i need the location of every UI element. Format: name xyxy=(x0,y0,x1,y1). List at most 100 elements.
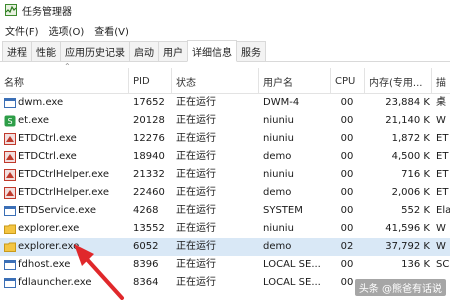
process-user: niuniu xyxy=(263,115,294,126)
etd-icon xyxy=(4,169,16,181)
folder-icon xyxy=(4,223,16,235)
process-name: ETDCtrl.exe xyxy=(18,151,77,162)
column-header-name[interactable]: 名称 xyxy=(0,68,129,94)
process-memory: 4,500 K xyxy=(391,151,430,162)
process-cpu: 00 xyxy=(340,223,354,234)
table-row[interactable]: ETDCtrl.exe 18940 正在运行 demo 00 4,500 K ET xyxy=(0,148,450,166)
process-status: 正在运行 xyxy=(176,169,216,180)
wps-sheet-icon: S xyxy=(4,115,16,127)
process-description: SC xyxy=(436,259,450,270)
process-status: 正在运行 xyxy=(176,241,216,252)
process-memory: 2,006 K xyxy=(391,187,430,198)
table-row[interactable]: explorer.exe 13552 正在运行 niuniu 00 41,596 K W xyxy=(0,220,450,238)
table-row[interactable]: ETDCtrlHelper.exe 21332 正在运行 niuniu 00 716 K E… xyxy=(0,166,450,184)
tab-bar: 进程 性能 应用历史记录 启动 用户 详细信息 服务 xyxy=(0,40,450,62)
process-memory: 37,792 K xyxy=(385,241,430,252)
window-title: 任务管理器 xyxy=(22,6,72,18)
process-memory: 552 K xyxy=(401,205,430,216)
process-name: ETDCtrlHelper.exe xyxy=(18,169,109,180)
column-header-description[interactable]: 描 xyxy=(432,68,450,94)
tab-app-history[interactable]: 应用历史记录 xyxy=(60,41,130,61)
tab-users[interactable]: 用户 xyxy=(158,41,188,61)
process-status: 正在运行 xyxy=(176,187,216,198)
title-bar: 任务管理器 xyxy=(0,0,450,20)
process-status: 正在运行 xyxy=(176,277,216,288)
process-memory: 23,884 K xyxy=(385,97,430,108)
process-user: niuniu xyxy=(263,133,294,144)
process-cpu: 00 xyxy=(340,205,354,216)
process-description: ET xyxy=(436,169,449,180)
tab-performance[interactable]: 性能 xyxy=(31,41,61,61)
process-user: demo xyxy=(263,151,292,162)
window-icon xyxy=(4,277,16,289)
process-pid: 18940 xyxy=(133,151,165,162)
process-user: niuniu xyxy=(263,223,294,234)
window-icon xyxy=(4,259,16,271)
table-row[interactable]: ETDCtrlHelper.exe 22460 正在运行 demo 00 2,006 K E… xyxy=(0,184,450,202)
process-cpu: 00 xyxy=(340,115,354,126)
window-icon xyxy=(4,97,16,109)
column-header-pid[interactable]: PID xyxy=(129,68,172,94)
process-user: LOCAL SE... xyxy=(263,277,321,288)
column-header-status[interactable]: 状态 xyxy=(172,68,259,94)
table-row[interactable]: ETDCtrl.exe 12276 正在运行 niuniu 00 1,872 K ET xyxy=(0,130,450,148)
process-name: et.exe xyxy=(18,115,49,126)
process-name: explorer.exe xyxy=(18,223,80,234)
process-cpu: 00 xyxy=(340,97,354,108)
process-memory: 136 K xyxy=(401,259,430,270)
process-description: W xyxy=(436,115,446,126)
process-memory: 1,872 K xyxy=(391,133,430,144)
tab-services[interactable]: 服务 xyxy=(236,41,266,61)
process-pid: 13552 xyxy=(133,223,165,234)
column-header-user[interactable]: 用户名 xyxy=(259,68,331,94)
process-user: demo xyxy=(263,241,292,252)
process-description: ET xyxy=(436,151,449,162)
tab-details[interactable]: 详细信息 xyxy=(187,40,237,62)
process-user: SYSTEM xyxy=(263,205,303,216)
process-pid: 21332 xyxy=(133,169,165,180)
process-status: 正在运行 xyxy=(176,223,216,234)
red-arrow-annotation xyxy=(74,244,124,300)
process-description: ET xyxy=(436,133,449,144)
process-cpu: 00 xyxy=(340,187,354,198)
process-description: W xyxy=(436,223,446,234)
process-pid: 12276 xyxy=(133,133,165,144)
svg-text:S: S xyxy=(7,117,12,126)
process-pid: 22460 xyxy=(133,187,165,198)
column-header-cpu[interactable]: CPU xyxy=(331,68,365,94)
process-user: DWM-4 xyxy=(263,97,300,108)
process-name: ETDCtrl.exe xyxy=(18,133,77,144)
process-name: dwm.exe xyxy=(18,97,64,108)
process-name: ETDCtrlHelper.exe xyxy=(18,187,109,198)
table-row[interactable]: dwm.exe 17652 正在运行 DWM-4 00 23,884 K 桌 xyxy=(0,94,450,112)
tab-processes[interactable]: 进程 xyxy=(2,41,32,61)
process-memory: 716 K xyxy=(401,169,430,180)
watermark: 头条 @熊爸有话说 xyxy=(354,279,446,296)
menu-view[interactable]: 查看(V) xyxy=(89,23,134,38)
process-description: Ela xyxy=(436,205,450,216)
folder-icon xyxy=(4,241,16,253)
process-status: 正在运行 xyxy=(176,133,216,144)
menu-options[interactable]: 选项(O) xyxy=(44,23,90,38)
process-name: ETDService.exe xyxy=(18,205,97,216)
process-status: 正在运行 xyxy=(176,259,216,270)
process-description: 桌 xyxy=(436,97,446,108)
table-row[interactable]: ETDService.exe 4268 正在运行 SYSTEM 00 552 K Ela xyxy=(0,202,450,220)
process-user: niuniu xyxy=(263,169,294,180)
menu-bar: 文件(F) 选项(O) 查看(V) xyxy=(0,20,450,40)
menu-file[interactable]: 文件(F) xyxy=(0,23,44,38)
process-memory: 21,140 K xyxy=(385,115,430,126)
process-description: W xyxy=(436,241,446,252)
process-description: ET xyxy=(436,187,449,198)
etd-icon xyxy=(4,151,16,163)
process-cpu: 00 xyxy=(340,169,354,180)
process-pid: 20128 xyxy=(133,115,165,126)
column-header-memory[interactable]: 内存(专用... xyxy=(365,68,432,94)
process-user: LOCAL SE... xyxy=(263,259,321,270)
process-pid: 17652 xyxy=(133,97,165,108)
table-header: ⌃ 名称 PID 状态 用户名 CPU 内存(专用... 描 xyxy=(0,62,450,94)
tab-startup[interactable]: 启动 xyxy=(129,41,159,61)
process-memory: 41,596 K xyxy=(385,223,430,234)
table-row[interactable]: Set.exe 20128 正在运行 niuniu 00 21,140 K W xyxy=(0,112,450,130)
etd-icon xyxy=(4,187,16,199)
